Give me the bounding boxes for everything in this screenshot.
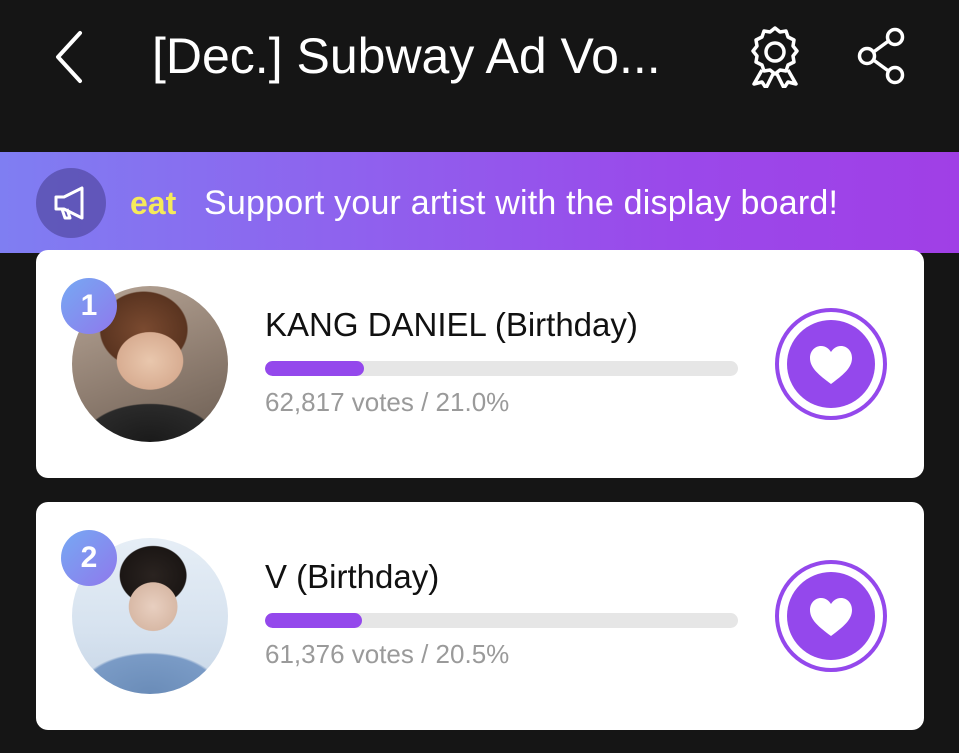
share-button[interactable] <box>848 20 914 92</box>
candidate-card[interactable]: 1 KANG DANIEL (Birthday) 62,817 votes / … <box>36 250 924 478</box>
award-button[interactable] <box>738 20 812 92</box>
banner-tag: eat <box>130 185 177 221</box>
rank-badge: 2 <box>61 530 117 586</box>
rank-badge: 1 <box>61 278 117 334</box>
display-board-banner[interactable]: eat Support your artist with the display… <box>0 152 959 253</box>
megaphone-icon-wrap <box>36 168 106 238</box>
heart-icon <box>775 560 887 672</box>
app-header: [Dec.] Subway Ad Vo... <box>0 0 959 152</box>
vote-count: 62,817 votes / 21.0% <box>265 387 510 417</box>
vote-progress-bar <box>265 361 738 376</box>
back-button[interactable] <box>40 22 100 92</box>
candidate-name: KANG DANIEL (Birthday) <box>265 306 638 343</box>
megaphone-icon <box>54 186 84 220</box>
candidate-name: V (Birthday) <box>265 558 440 595</box>
vote-count: 61,376 votes / 20.5% <box>265 639 510 669</box>
vote-progress-bar <box>265 613 738 628</box>
heart-icon <box>775 308 887 420</box>
chevron-left-icon <box>56 31 82 83</box>
award-ribbon-icon <box>751 26 799 88</box>
candidate-card[interactable]: 2 V (Birthday) 61,376 votes / 20.5% <box>36 502 924 730</box>
vote-progress-fill <box>265 361 365 376</box>
vote-progress-fill <box>265 613 362 628</box>
share-icon <box>857 27 905 85</box>
banner-text: Support your artist with the display boa… <box>204 184 839 222</box>
vote-button[interactable] <box>774 559 888 673</box>
vote-button[interactable] <box>774 307 888 421</box>
page-title: [Dec.] Subway Ad Vo... <box>152 28 661 84</box>
